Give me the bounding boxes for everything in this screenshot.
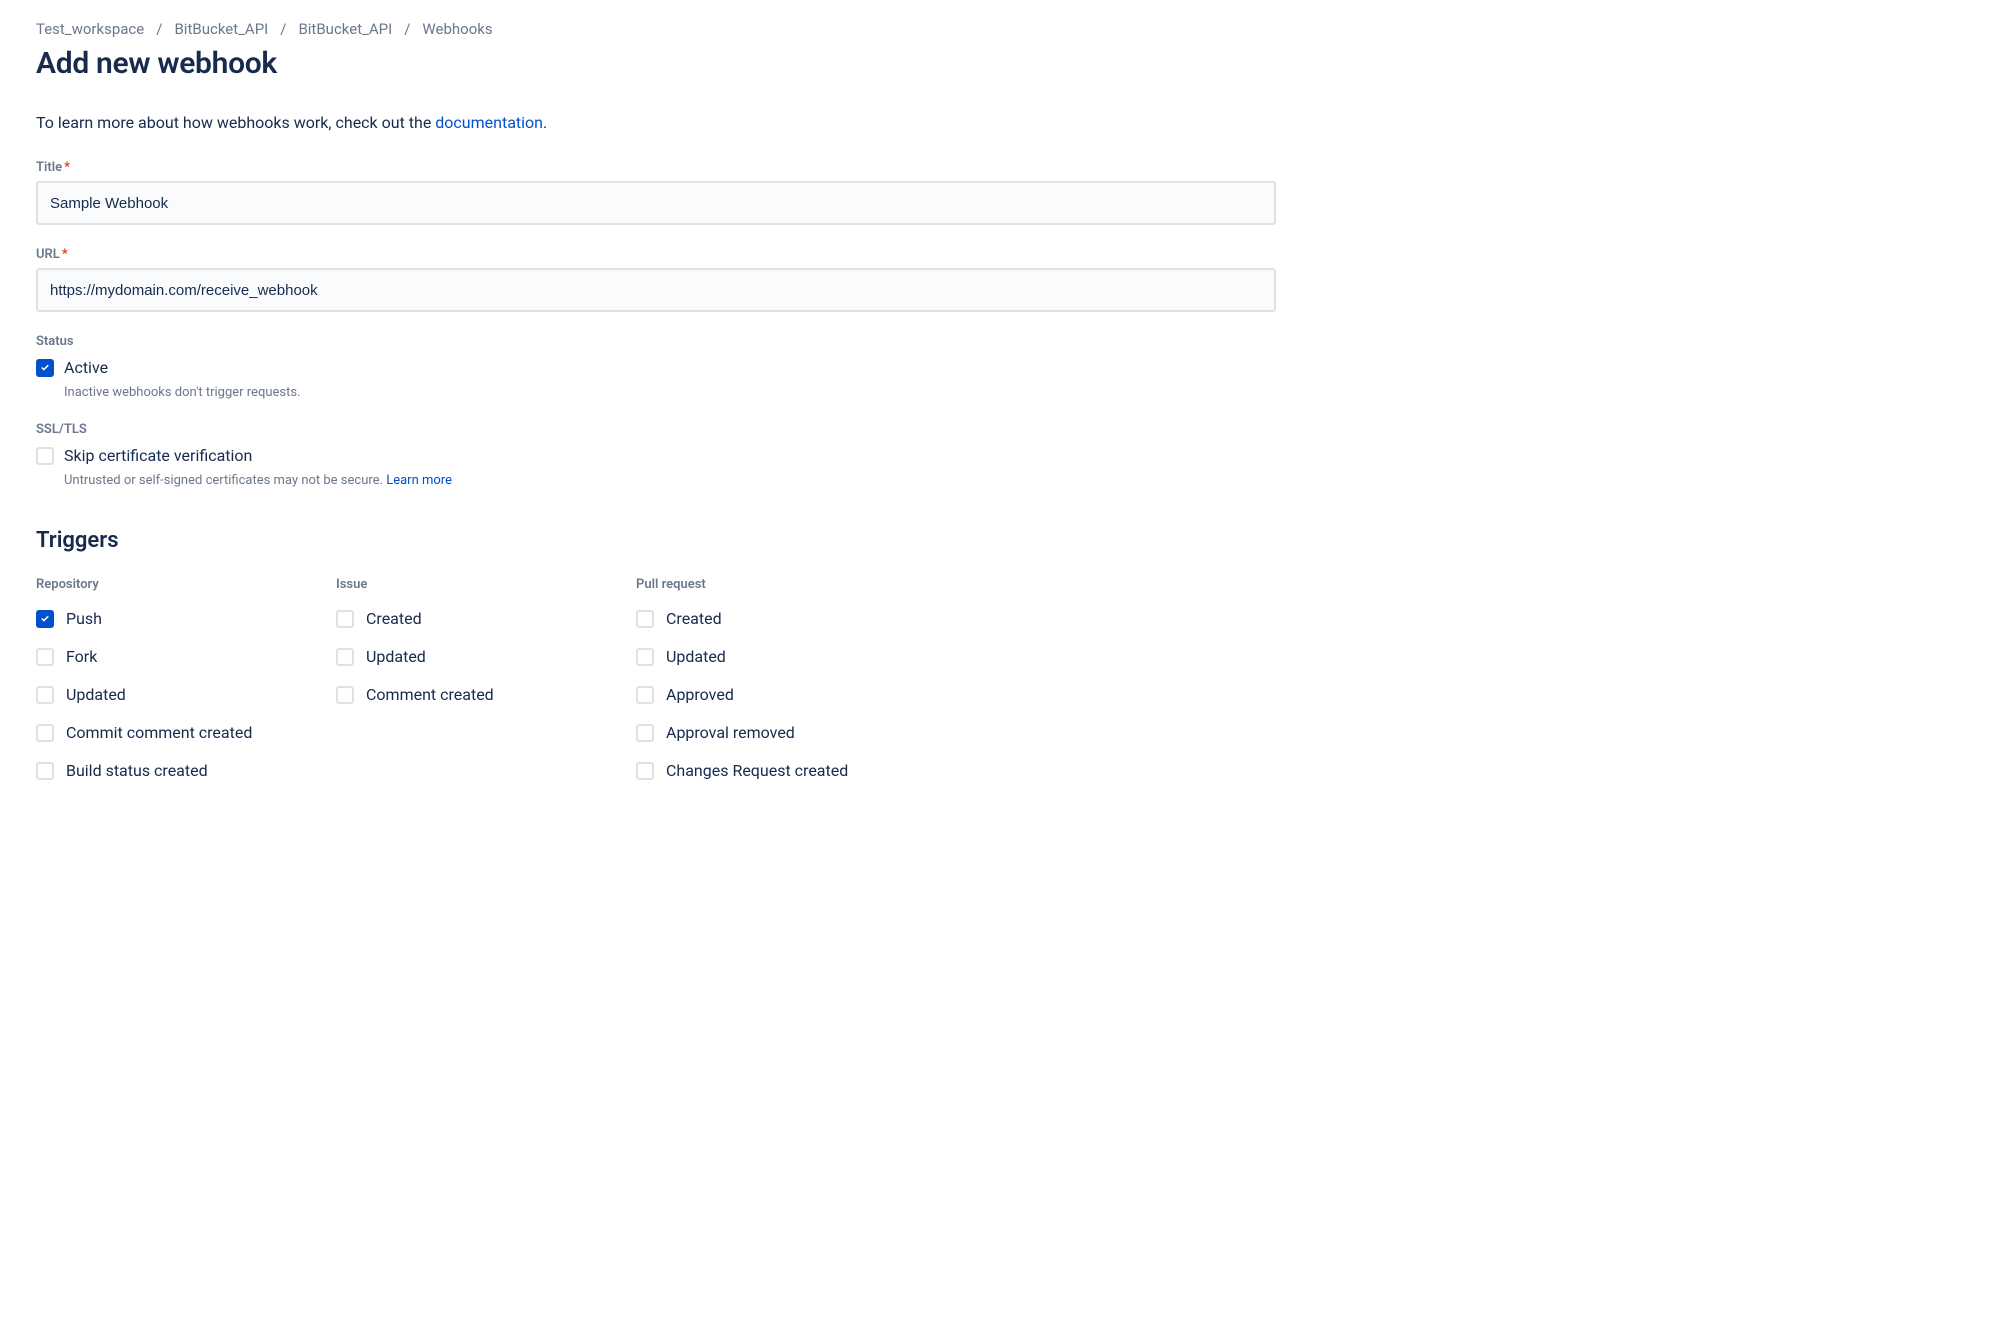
title-field-group: Title* — [36, 160, 1964, 225]
ssl-skip-label: Skip certificate verification — [64, 445, 452, 467]
trigger-item: Updated — [336, 646, 596, 666]
breadcrumb-separator: / — [156, 20, 162, 38]
trigger-item: Commit comment created — [36, 722, 296, 742]
trigger-checkbox[interactable] — [636, 648, 654, 666]
trigger-item: Approved — [636, 684, 896, 704]
title-label-text: Title — [36, 160, 62, 175]
url-field-group: URL* — [36, 247, 1964, 312]
documentation-link[interactable]: documentation — [435, 113, 543, 132]
trigger-checkbox[interactable] — [636, 724, 654, 742]
trigger-checkbox[interactable] — [336, 648, 354, 666]
active-checkbox[interactable] — [36, 359, 54, 377]
url-input[interactable] — [36, 268, 1276, 312]
check-icon — [39, 362, 51, 374]
intro-prefix: To learn more about how webhooks work, c… — [36, 113, 435, 132]
trigger-label: Updated — [366, 647, 426, 666]
trigger-checkbox[interactable] — [36, 762, 54, 780]
active-checkbox-row: Active Inactive webhooks don't trigger r… — [36, 357, 1964, 400]
trigger-label: Created — [666, 609, 722, 628]
trigger-item: Fork — [36, 646, 296, 666]
required-indicator: * — [64, 160, 70, 175]
intro-text: To learn more about how webhooks work, c… — [36, 113, 1964, 132]
ssl-checkbox-row: Skip certificate verification Untrusted … — [36, 445, 1964, 488]
trigger-label: Fork — [66, 647, 97, 666]
trigger-column-header: Issue — [336, 577, 596, 592]
breadcrumb-link[interactable]: BitBucket_API — [298, 20, 392, 38]
breadcrumb-link[interactable]: Test_workspace — [36, 20, 144, 38]
status-label: Status — [36, 334, 1964, 349]
ssl-learn-more-link[interactable]: Learn more — [386, 473, 452, 488]
trigger-item: Created — [336, 608, 596, 628]
intro-suffix: . — [543, 113, 547, 132]
trigger-checkbox[interactable] — [636, 610, 654, 628]
breadcrumb-separator: / — [280, 20, 286, 38]
breadcrumb-link[interactable]: Webhooks — [422, 20, 492, 38]
check-icon — [39, 613, 51, 625]
trigger-item: Updated — [636, 646, 896, 666]
trigger-column: Pull request Created Updated Approved Approv… — [636, 577, 896, 798]
trigger-item: Build status created — [36, 760, 296, 780]
triggers-grid: Repository Push Fork Updated Commit comment … — [36, 577, 1964, 798]
trigger-item: Changes Request created — [636, 760, 896, 780]
trigger-checkbox[interactable] — [336, 610, 354, 628]
title-label: Title* — [36, 160, 1964, 175]
trigger-column: Issue Created Updated Comment created — [336, 577, 596, 798]
triggers-heading: Triggers — [36, 528, 1964, 553]
active-label: Active — [64, 357, 301, 379]
trigger-checkbox[interactable] — [36, 724, 54, 742]
trigger-checkbox[interactable] — [636, 686, 654, 704]
status-field-group: Status Active Inactive webhooks don't tr… — [36, 334, 1964, 400]
trigger-label: Commit comment created — [66, 723, 252, 742]
trigger-column-header: Pull request — [636, 577, 896, 592]
breadcrumb-link[interactable]: BitBucket_API — [174, 20, 268, 38]
ssl-field-group: SSL/TLS Skip certificate verification Un… — [36, 422, 1964, 488]
active-help-text: Inactive webhooks don't trigger requests… — [64, 385, 301, 400]
trigger-item: Comment created — [336, 684, 596, 704]
ssl-label: SSL/TLS — [36, 422, 1964, 437]
required-indicator: * — [62, 247, 68, 262]
ssl-skip-checkbox[interactable] — [36, 447, 54, 465]
trigger-checkbox[interactable] — [36, 686, 54, 704]
ssl-help-prefix: Untrusted or self-signed certificates ma… — [64, 473, 386, 488]
title-input[interactable] — [36, 181, 1276, 225]
trigger-column-header: Repository — [36, 577, 296, 592]
trigger-item: Created — [636, 608, 896, 628]
trigger-label: Approval removed — [666, 723, 795, 742]
trigger-label: Push — [66, 609, 102, 628]
trigger-label: Updated — [66, 685, 126, 704]
url-label-text: URL — [36, 247, 60, 262]
trigger-label: Approved — [666, 685, 734, 704]
trigger-checkbox[interactable] — [36, 648, 54, 666]
trigger-label: Changes Request created — [666, 761, 848, 780]
trigger-checkbox[interactable] — [336, 686, 354, 704]
url-label: URL* — [36, 247, 1964, 262]
trigger-item: Approval removed — [636, 722, 896, 742]
page-title: Add new webhook — [36, 46, 1964, 81]
trigger-column: Repository Push Fork Updated Commit comment … — [36, 577, 296, 798]
trigger-label: Comment created — [366, 685, 494, 704]
ssl-help-text: Untrusted or self-signed certificates ma… — [64, 473, 452, 488]
trigger-item: Updated — [36, 684, 296, 704]
trigger-label: Updated — [666, 647, 726, 666]
trigger-item: Push — [36, 608, 296, 628]
trigger-label: Build status created — [66, 761, 208, 780]
trigger-checkbox[interactable] — [36, 610, 54, 628]
breadcrumb: Test_workspace / BitBucket_API / BitBuck… — [36, 20, 1964, 38]
breadcrumb-separator: / — [404, 20, 410, 38]
trigger-checkbox[interactable] — [636, 762, 654, 780]
trigger-label: Created — [366, 609, 422, 628]
